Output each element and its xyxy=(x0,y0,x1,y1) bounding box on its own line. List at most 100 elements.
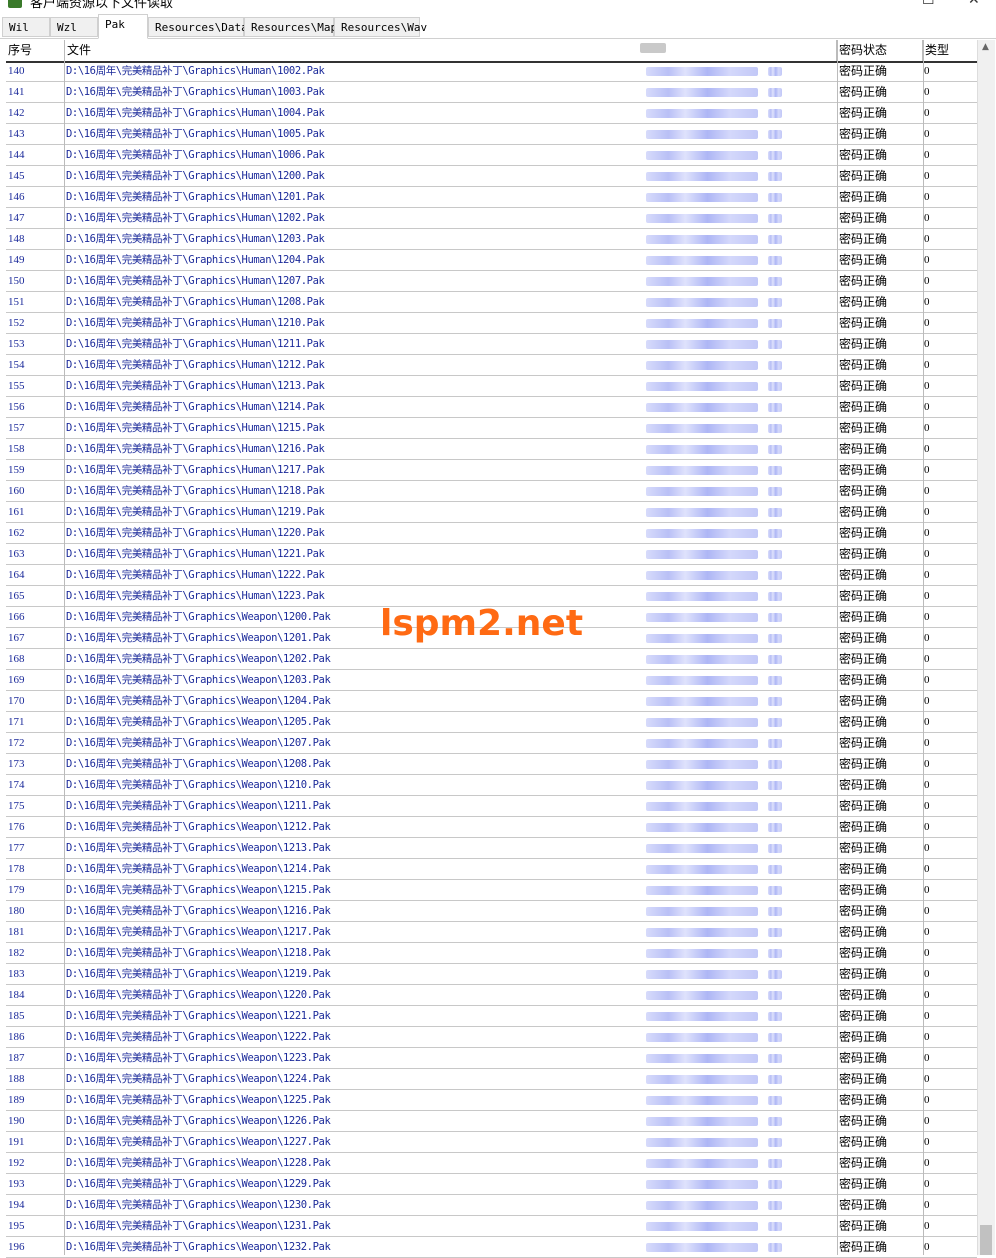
vertical-scrollbar[interactable]: ▲ xyxy=(977,40,995,1255)
redaction-blur xyxy=(768,508,782,517)
table-row[interactable]: 177 D:\16周年\完美精品补丁\Graphics\Weapon\1213.P… xyxy=(6,838,977,859)
row-file-path: D:\16周年\完美精品补丁\Graphics\Human\1207.Pak xyxy=(66,275,325,287)
table-row[interactable]: 186 D:\16周年\完美精品补丁\Graphics\Weapon\1222.P… xyxy=(6,1027,977,1048)
table-row[interactable]: 183 D:\16周年\完美精品补丁\Graphics\Weapon\1219.P… xyxy=(6,964,977,985)
table-row[interactable]: 157 D:\16周年\完美精品补丁\Graphics\Human\1215.Pa… xyxy=(6,418,977,439)
redaction-blur xyxy=(646,676,758,685)
table-row[interactable]: 192 D:\16周年\完美精品补丁\Graphics\Weapon\1228.P… xyxy=(6,1153,977,1174)
column-header-file[interactable]: 文件 xyxy=(65,40,837,61)
row-file-path: D:\16周年\完美精品补丁\Graphics\Human\1222.Pak xyxy=(66,569,325,581)
row-type: 0 xyxy=(924,527,930,539)
redaction-blur xyxy=(768,1222,782,1231)
tab-pak[interactable]: Pak xyxy=(98,14,148,39)
row-password-status: 密码正确 xyxy=(839,883,888,897)
table-row[interactable]: 187 D:\16周年\完美精品补丁\Graphics\Weapon\1223.P… xyxy=(6,1048,977,1069)
table-row[interactable]: 191 D:\16周年\完美精品补丁\Graphics\Weapon\1227.P… xyxy=(6,1132,977,1153)
table-row[interactable]: 170 D:\16周年\完美精品补丁\Graphics\Weapon\1204.P… xyxy=(6,691,977,712)
table-row[interactable]: 180 D:\16周年\完美精品补丁\Graphics\Weapon\1216.P… xyxy=(6,901,977,922)
table-row[interactable]: 182 D:\16周年\完美精品补丁\Graphics\Weapon\1218.P… xyxy=(6,943,977,964)
table-row[interactable]: 188 D:\16周年\完美精品补丁\Graphics\Weapon\1224.P… xyxy=(6,1069,977,1090)
row-password-status: 密码正确 xyxy=(839,253,888,267)
table-row[interactable]: 184 D:\16周年\完美精品补丁\Graphics\Weapon\1220.P… xyxy=(6,985,977,1006)
table-row[interactable]: 162 D:\16周年\完美精品补丁\Graphics\Human\1220.Pa… xyxy=(6,523,977,544)
row-password-status: 密码正确 xyxy=(839,127,888,141)
table-row[interactable]: 144 D:\16周年\完美精品补丁\Graphics\Human\1006.Pa… xyxy=(6,145,977,166)
table-row[interactable]: 158 D:\16周年\完美精品补丁\Graphics\Human\1216.Pa… xyxy=(6,439,977,460)
redaction-blur xyxy=(768,760,782,769)
row-password-status: 密码正确 xyxy=(839,946,888,960)
tab-resources-wav[interactable]: Resources\Wav xyxy=(334,17,427,37)
table-row[interactable]: 194 D:\16周年\完美精品补丁\Graphics\Weapon\1230.P… xyxy=(6,1195,977,1216)
row-file-path: D:\16周年\完美精品补丁\Graphics\Weapon\1214.Pak xyxy=(66,863,331,875)
maximize-button[interactable]: ☐ xyxy=(922,0,935,8)
table-row[interactable]: 152 D:\16周年\完美精品补丁\Graphics\Human\1210.Pa… xyxy=(6,313,977,334)
table-row[interactable]: 149 D:\16周年\完美精品补丁\Graphics\Human\1204.Pa… xyxy=(6,250,977,271)
table-row[interactable]: 181 D:\16周年\完美精品补丁\Graphics\Weapon\1217.P… xyxy=(6,922,977,943)
table-row[interactable]: 178 D:\16周年\完美精品补丁\Graphics\Weapon\1214.P… xyxy=(6,859,977,880)
row-type: 0 xyxy=(924,779,930,791)
column-header-status[interactable]: 密码状态 xyxy=(837,40,923,61)
row-password-redacted xyxy=(640,670,810,690)
table-row[interactable]: 145 D:\16周年\完美精品补丁\Graphics\Human\1200.Pa… xyxy=(6,166,977,187)
table-row[interactable]: 143 D:\16周年\完美精品补丁\Graphics\Human\1005.Pa… xyxy=(6,124,977,145)
table-row[interactable]: 171 D:\16周年\完美精品补丁\Graphics\Weapon\1205.P… xyxy=(6,712,977,733)
tab-resources-map[interactable]: Resources\Map xyxy=(244,17,337,37)
row-password-redacted xyxy=(640,985,810,1005)
table-row[interactable]: 169 D:\16周年\完美精品补丁\Graphics\Weapon\1203.P… xyxy=(6,670,977,691)
row-password-redacted xyxy=(640,838,810,858)
tab-wzl[interactable]: Wzl xyxy=(50,17,98,37)
table-row[interactable]: 140 D:\16周年\完美精品补丁\Graphics\Human\1002.Pa… xyxy=(6,61,977,82)
table-row[interactable]: 185 D:\16周年\完美精品补丁\Graphics\Weapon\1221.P… xyxy=(6,1006,977,1027)
table-row[interactable]: 151 D:\16周年\完美精品补丁\Graphics\Human\1208.Pa… xyxy=(6,292,977,313)
table-row[interactable]: 193 D:\16周年\完美精品补丁\Graphics\Weapon\1229.P… xyxy=(6,1174,977,1195)
row-password-status: 密码正确 xyxy=(839,904,888,918)
table-row[interactable]: 161 D:\16周年\完美精品补丁\Graphics\Human\1219.Pa… xyxy=(6,502,977,523)
row-password-status: 密码正确 xyxy=(839,169,888,183)
table-row[interactable]: 159 D:\16周年\完美精品补丁\Graphics\Human\1217.Pa… xyxy=(6,460,977,481)
column-header-index[interactable]: 序号 xyxy=(6,40,65,61)
table-row[interactable]: 146 D:\16周年\完美精品补丁\Graphics\Human\1201.Pa… xyxy=(6,187,977,208)
redaction-blur xyxy=(768,781,782,790)
table-row[interactable]: 160 D:\16周年\完美精品补丁\Graphics\Human\1218.Pa… xyxy=(6,481,977,502)
table-row[interactable]: 190 D:\16周年\完美精品补丁\Graphics\Weapon\1226.P… xyxy=(6,1111,977,1132)
scroll-up-icon[interactable]: ▲ xyxy=(982,42,989,52)
close-button[interactable]: ✕ xyxy=(968,0,980,8)
table-row[interactable]: 148 D:\16周年\完美精品补丁\Graphics\Human\1203.Pa… xyxy=(6,229,977,250)
table-row[interactable]: 195 D:\16周年\完美精品补丁\Graphics\Weapon\1231.P… xyxy=(6,1216,977,1237)
table-row[interactable]: 163 D:\16周年\完美精品补丁\Graphics\Human\1221.Pa… xyxy=(6,544,977,565)
table-row[interactable]: 176 D:\16周年\完美精品补丁\Graphics\Weapon\1212.P… xyxy=(6,817,977,838)
table-row[interactable]: 155 D:\16周年\完美精品补丁\Graphics\Human\1213.Pa… xyxy=(6,376,977,397)
table-row[interactable]: 179 D:\16周年\完美精品补丁\Graphics\Weapon\1215.P… xyxy=(6,880,977,901)
table-row[interactable]: 154 D:\16周年\完美精品补丁\Graphics\Human\1212.Pa… xyxy=(6,355,977,376)
redaction-blur xyxy=(646,130,758,139)
scrollbar-thumb[interactable] xyxy=(980,1225,992,1255)
row-type: 0 xyxy=(924,401,930,413)
table-row[interactable]: 153 D:\16周年\完美精品补丁\Graphics\Human\1211.Pa… xyxy=(6,334,977,355)
table-row[interactable]: 141 D:\16周年\完美精品补丁\Graphics\Human\1003.Pa… xyxy=(6,82,977,103)
table-row[interactable]: 173 D:\16周年\完美精品补丁\Graphics\Weapon\1208.P… xyxy=(6,754,977,775)
row-password-redacted xyxy=(640,733,810,753)
row-index: 177 xyxy=(8,842,25,854)
row-password-redacted xyxy=(640,691,810,711)
row-index: 189 xyxy=(8,1094,25,1106)
row-password-redacted xyxy=(640,1237,810,1257)
table-row[interactable]: 175 D:\16周年\完美精品补丁\Graphics\Weapon\1211.P… xyxy=(6,796,977,817)
table-row[interactable]: 172 D:\16周年\完美精品补丁\Graphics\Weapon\1207.P… xyxy=(6,733,977,754)
redaction-blur xyxy=(646,760,758,769)
tab-wil[interactable]: Wil xyxy=(2,17,50,37)
row-index: 178 xyxy=(8,863,25,875)
table-row[interactable]: 168 D:\16周年\完美精品补丁\Graphics\Weapon\1202.P… xyxy=(6,649,977,670)
table-row[interactable]: 147 D:\16周年\完美精品补丁\Graphics\Human\1202.Pa… xyxy=(6,208,977,229)
row-type: 0 xyxy=(924,695,930,707)
table-row[interactable]: 156 D:\16周年\完美精品补丁\Graphics\Human\1214.Pa… xyxy=(6,397,977,418)
redaction-blur xyxy=(768,277,782,286)
table-row[interactable]: 189 D:\16周年\完美精品补丁\Graphics\Weapon\1225.P… xyxy=(6,1090,977,1111)
redaction-blur xyxy=(768,655,782,664)
table-row[interactable]: 174 D:\16周年\完美精品补丁\Graphics\Weapon\1210.P… xyxy=(6,775,977,796)
column-header-type[interactable]: 类型 xyxy=(923,40,977,61)
table-row[interactable]: 150 D:\16周年\完美精品补丁\Graphics\Human\1207.Pa… xyxy=(6,271,977,292)
table-row[interactable]: 164 D:\16周年\完美精品补丁\Graphics\Human\1222.Pa… xyxy=(6,565,977,586)
tab-resources-data[interactable]: Resources\Data xyxy=(148,17,248,37)
table-row[interactable]: 142 D:\16周年\完美精品补丁\Graphics\Human\1004.Pa… xyxy=(6,103,977,124)
redaction-blur xyxy=(646,67,758,76)
